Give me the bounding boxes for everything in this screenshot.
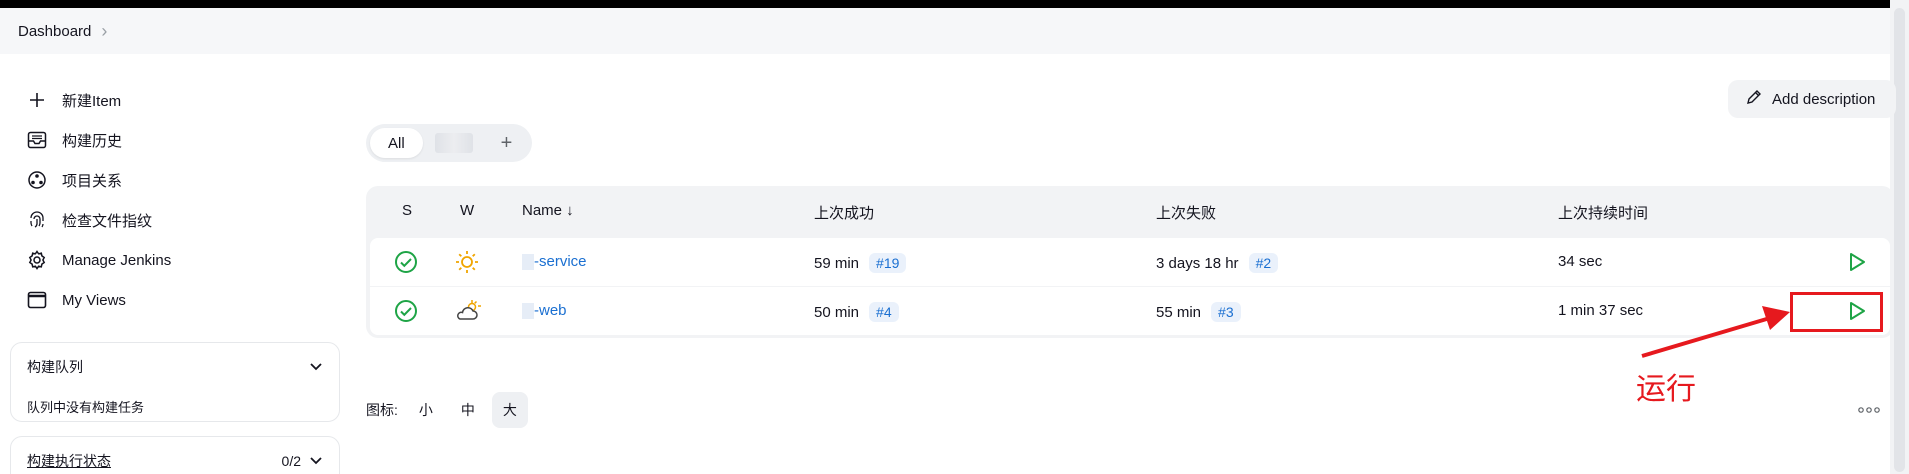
header-weather[interactable]: W [460,202,474,219]
job-name: -web [534,302,567,319]
last-failure-cell: 55 min #3 [1156,302,1241,322]
task-label: 构建历史 [62,132,123,150]
last-success-cell: 59 min #19 [814,253,907,273]
last-success-cell: 50 min #4 [814,302,899,322]
last-duration: 34 sec [1558,253,1603,270]
tab-all[interactable]: All [370,128,423,158]
last-success-time: 50 min [814,304,860,321]
gear-icon [26,249,48,271]
last-failure-time: 55 min [1156,304,1202,321]
pencil-icon [1746,89,1762,109]
tab-blurred-view[interactable] [434,133,473,153]
table-row: -web 50 min #4 55 min #3 1 min 37 sec [370,287,1890,335]
task-new-item[interactable]: 新建Item [10,80,340,120]
executor-count-group: 0/2 [282,453,323,470]
task-label: 项目关系 [62,172,123,190]
icon-size-large[interactable]: 大 [491,392,528,428]
plus-icon [26,89,48,111]
task-label: My Views [62,291,126,309]
last-success-time: 59 min [814,255,860,272]
blurred-prefix [522,303,534,320]
job-link[interactable]: -web [522,302,567,320]
table-row: -service 59 min #19 3 days 18 hr #2 34 sec [370,238,1890,286]
sidebar-tasks: 新建Item 构建历史 项目关系 检查文件指纹 Manage Jenkins M… [10,80,340,320]
build-queue-empty: 队列中没有构建任务 [27,400,145,415]
task-label: Manage Jenkins [62,251,172,269]
task-label: 新建Item [62,92,122,110]
more-options-icon[interactable] [1858,400,1880,418]
breadcrumb: Dashboard › [0,8,1890,54]
icon-size-selector: 图标: 小 中 大 [366,390,528,430]
top-bar [0,0,1890,8]
success-check-icon [394,250,418,278]
partly-cloudy-icon [454,298,482,328]
relationship-icon [26,169,48,191]
add-description-label: Add description [1772,90,1876,108]
header-last-success[interactable]: 上次成功 [814,202,874,223]
run-play-icon[interactable] [1846,251,1868,277]
build-queue-panel: 构建队列 队列中没有构建任务 [10,342,340,422]
jobs-table: S W Name ↓ 上次成功 上次失败 上次持续时间 -service 59 … [366,186,1894,338]
header-name[interactable]: Name ↓ [522,202,574,219]
breadcrumb-dashboard[interactable]: Dashboard [18,23,91,40]
annotation-highlight-box [1790,292,1883,332]
header-status[interactable]: S [402,202,412,219]
annotation-label: 运行 [1636,373,1696,406]
breadcrumb-separator-icon[interactable]: › [101,21,107,42]
table-header: S W Name ↓ 上次成功 上次失败 上次持续时间 [366,186,1894,236]
executor-status-header[interactable]: 构建执行状态 0/2 [11,437,339,471]
executor-count: 0/2 [281,453,301,469]
sunny-weather-icon [454,249,480,279]
add-description-button[interactable]: Add description [1728,80,1896,118]
build-badge[interactable]: #3 [1211,302,1241,322]
executor-status-link[interactable]: 构建执行状态 [27,451,111,471]
executor-status-panel: 构建执行状态 0/2 [10,436,340,474]
last-duration: 1 min 37 sec [1558,302,1644,319]
icon-size-label: 图标: [366,402,398,418]
scrollbar-thumb[interactable] [1894,8,1905,472]
build-queue-header[interactable]: 构建队列 [11,343,339,377]
header-last-failure[interactable]: 上次失败 [1156,202,1216,223]
task-my-views[interactable]: My Views [10,280,340,320]
icon-size-medium[interactable]: 中 [450,392,486,428]
chevron-down-icon[interactable] [309,453,323,470]
task-build-history[interactable]: 构建历史 [10,120,340,160]
build-badge[interactable]: #2 [1248,253,1279,273]
task-manage-jenkins[interactable]: Manage Jenkins [10,240,340,280]
last-failure-cell: 3 days 18 hr #2 [1156,253,1279,273]
success-check-icon [394,299,418,327]
inbox-history-icon [26,129,48,151]
add-view-button[interactable]: + [485,128,529,158]
blurred-prefix [522,254,534,271]
build-queue-title: 构建队列 [27,359,83,375]
window-icon [26,289,48,311]
task-project-relationship[interactable]: 项目关系 [10,160,340,200]
task-fingerprint[interactable]: 检查文件指纹 [10,200,340,240]
fingerprint-icon [26,209,48,231]
task-label: 检查文件指纹 [62,212,153,230]
build-badge[interactable]: #19 [869,253,907,273]
icon-size-small[interactable]: 小 [408,392,444,428]
header-last-duration[interactable]: 上次持续时间 [1558,202,1648,223]
build-badge[interactable]: #4 [869,302,899,322]
job-link[interactable]: -service [522,253,587,271]
last-failure-time: 3 days 18 hr [1156,255,1239,272]
job-name: -service [534,253,587,270]
view-tabs: All + [366,124,533,162]
chevron-down-icon[interactable] [309,359,323,376]
